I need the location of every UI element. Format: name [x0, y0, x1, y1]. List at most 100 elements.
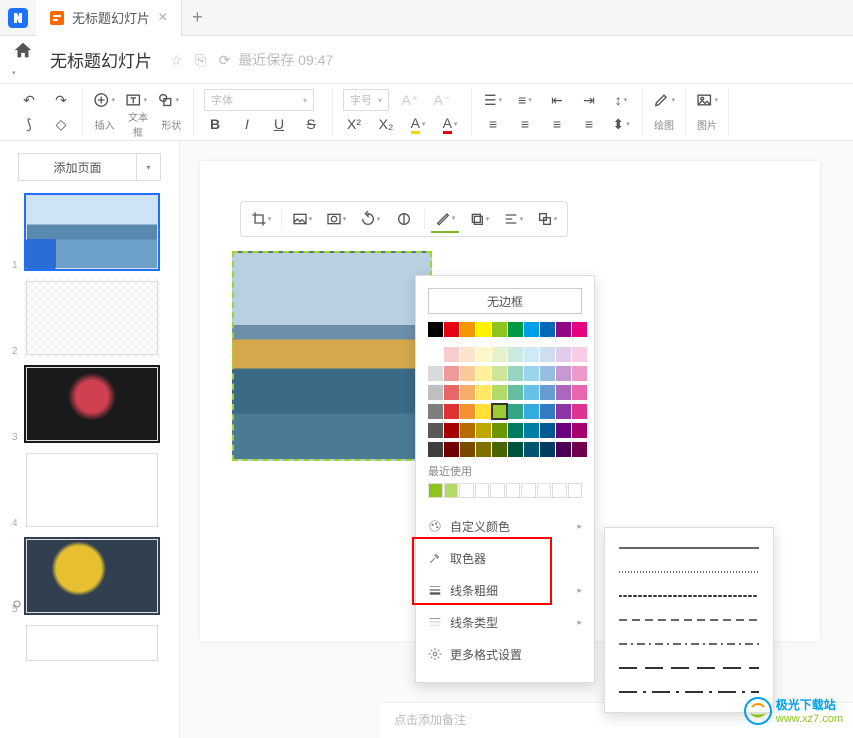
color-swatch[interactable]	[524, 404, 539, 419]
color-swatch[interactable]	[524, 423, 539, 438]
redo-icon[interactable]: ↷	[50, 89, 72, 111]
star-icon[interactable]: ☆	[170, 52, 183, 68]
arrange-icon[interactable]: ▾	[533, 205, 561, 233]
shape-icon[interactable]: ▾	[157, 89, 179, 111]
recent-swatch[interactable]	[459, 483, 474, 498]
align-icon[interactable]: ▾	[499, 205, 527, 233]
color-swatch[interactable]	[540, 385, 555, 400]
color-swatch[interactable]	[428, 366, 443, 381]
font-increase-icon[interactable]: A⁺	[399, 89, 421, 111]
color-swatch[interactable]	[492, 385, 507, 400]
color-swatch[interactable]	[428, 442, 443, 457]
color-swatch[interactable]	[476, 385, 491, 400]
color-swatch[interactable]	[460, 322, 475, 337]
font-size-select[interactable]: 字号▾	[343, 89, 389, 111]
crop-icon[interactable]: ▾	[247, 205, 275, 233]
insert-icon[interactable]: ▾	[93, 89, 115, 111]
opacity-icon[interactable]	[390, 205, 418, 233]
superscript-icon[interactable]: X²	[343, 113, 365, 135]
border-icon[interactable]: ▾	[431, 205, 459, 233]
line-type-item[interactable]: 线条类型▸	[428, 606, 582, 638]
color-swatch[interactable]	[572, 442, 587, 457]
align-right-icon[interactable]: ≡	[546, 113, 568, 135]
color-swatch[interactable]	[508, 404, 523, 419]
color-swatch[interactable]	[556, 423, 571, 438]
color-swatch[interactable]	[476, 442, 491, 457]
underline-icon[interactable]: U	[268, 113, 290, 135]
color-swatch[interactable]	[428, 322, 443, 337]
color-swatch[interactable]	[492, 322, 507, 337]
color-swatch[interactable]	[572, 404, 587, 419]
outdent-icon[interactable]: ⇤	[546, 89, 568, 111]
color-swatch[interactable]	[428, 423, 443, 438]
color-swatch[interactable]	[476, 423, 491, 438]
color-swatch[interactable]	[492, 366, 507, 381]
color-swatch[interactable]	[476, 322, 491, 337]
italic-icon[interactable]: I	[236, 113, 258, 135]
color-swatch[interactable]	[572, 347, 587, 362]
color-swatch[interactable]	[524, 366, 539, 381]
color-swatch[interactable]	[508, 442, 523, 457]
line-long-dash[interactable]	[619, 656, 759, 680]
color-swatch[interactable]	[524, 442, 539, 457]
align-center-icon[interactable]: ≡	[514, 113, 536, 135]
vertical-align-icon[interactable]: ⬍▾	[610, 113, 632, 135]
app-logo[interactable]	[0, 0, 36, 36]
subscript-icon[interactable]: X₂	[375, 113, 397, 135]
color-swatch[interactable]	[540, 322, 555, 337]
undo-icon[interactable]: ↶	[18, 89, 40, 111]
rotate-icon[interactable]: ▾	[356, 205, 384, 233]
color-swatch[interactable]	[492, 442, 507, 457]
mask-icon[interactable]: ▾	[322, 205, 350, 233]
export-icon[interactable]: ⎘	[195, 52, 206, 68]
recent-swatch[interactable]	[521, 483, 536, 498]
color-swatch[interactable]	[492, 423, 507, 438]
recent-swatch[interactable]	[552, 483, 567, 498]
color-swatch[interactable]	[460, 404, 475, 419]
color-swatch[interactable]	[540, 442, 555, 457]
color-swatch[interactable]	[476, 347, 491, 362]
color-swatch[interactable]	[524, 322, 539, 337]
line-long-dash-dot[interactable]	[619, 680, 759, 704]
bold-icon[interactable]: B	[204, 113, 226, 135]
recent-swatch[interactable]	[490, 483, 505, 498]
color-swatch[interactable]	[428, 385, 443, 400]
color-swatch[interactable]	[540, 404, 555, 419]
color-swatch[interactable]	[572, 366, 587, 381]
slide-thumb-3[interactable]	[24, 365, 160, 443]
color-swatch[interactable]	[492, 404, 507, 419]
color-swatch[interactable]	[508, 423, 523, 438]
line-dash[interactable]	[619, 608, 759, 632]
color-swatch[interactable]	[524, 385, 539, 400]
color-swatch[interactable]	[476, 366, 491, 381]
slide-thumb-4[interactable]	[24, 451, 160, 529]
recent-swatch[interactable]	[475, 483, 490, 498]
color-swatch[interactable]	[556, 347, 571, 362]
color-swatch[interactable]	[444, 423, 459, 438]
recent-swatch[interactable]	[428, 483, 443, 498]
color-swatch[interactable]	[508, 347, 523, 362]
color-swatch[interactable]	[460, 442, 475, 457]
font-color-icon[interactable]: A▾	[439, 113, 461, 135]
color-swatch[interactable]	[444, 322, 459, 337]
textbox-icon[interactable]: ▾	[125, 89, 147, 111]
add-tab-button[interactable]: +	[182, 7, 212, 28]
align-justify-icon[interactable]: ≡	[578, 113, 600, 135]
recent-swatch[interactable]	[444, 483, 459, 498]
color-swatch[interactable]	[572, 423, 587, 438]
recent-swatch[interactable]	[506, 483, 521, 498]
line-fine-dot[interactable]	[619, 560, 759, 584]
slide-thumb-1[interactable]	[24, 193, 160, 271]
slide-thumb-2[interactable]	[24, 279, 160, 357]
line-dot[interactable]	[619, 584, 759, 608]
color-swatch[interactable]	[540, 366, 555, 381]
clear-format-icon[interactable]: ◇	[50, 113, 72, 135]
color-swatch[interactable]	[556, 366, 571, 381]
align-left-icon[interactable]: ≡	[482, 113, 504, 135]
strikethrough-icon[interactable]: S	[300, 113, 322, 135]
color-swatch[interactable]	[444, 347, 459, 362]
color-swatch[interactable]	[508, 385, 523, 400]
color-swatch[interactable]	[556, 322, 571, 337]
color-swatch[interactable]	[460, 423, 475, 438]
add-page-dropdown[interactable]: ▾	[137, 153, 161, 181]
